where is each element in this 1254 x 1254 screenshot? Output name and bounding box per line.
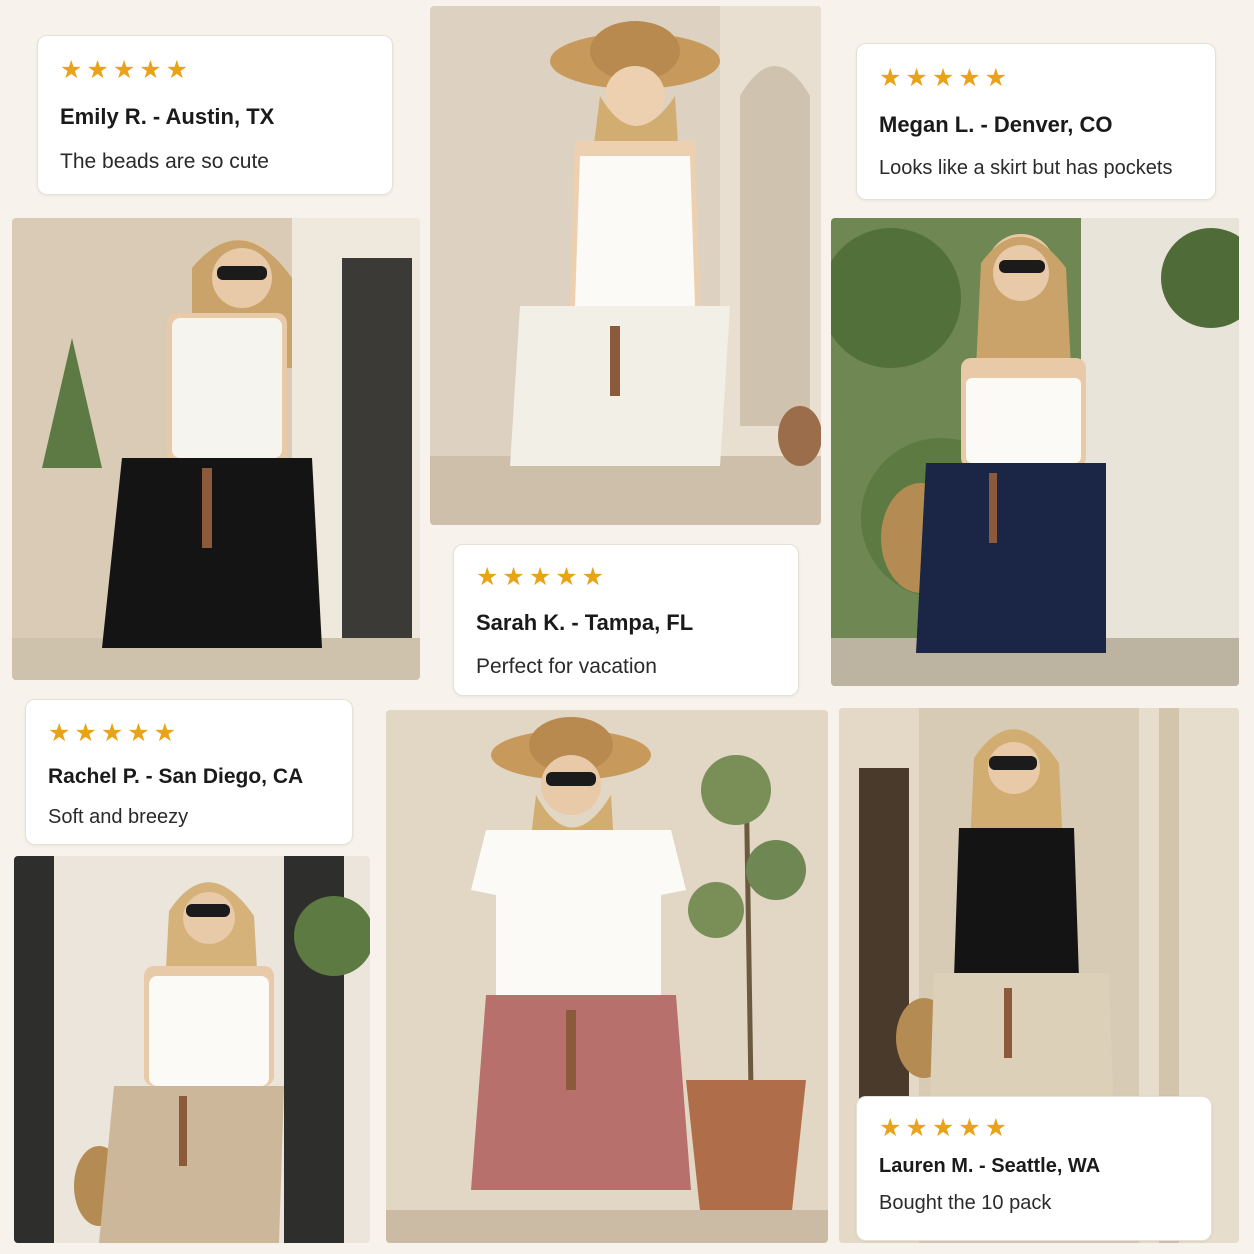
review-text: Bought the 10 pack [879, 1192, 1052, 1214]
model-photo-icon [386, 710, 828, 1243]
reviewer-name: Lauren M. - Seattle, WA [879, 1155, 1101, 1177]
reviewer-name: Sarah K. - Tampa, FL [476, 610, 694, 635]
review-card-emily: ★★★★★ Emily R. - Austin, TX The beads ar… [37, 35, 393, 195]
reviewer-name: Emily R. - Austin, TX [60, 104, 275, 129]
reviewer-name: Rachel P. - San Diego, CA [48, 765, 304, 788]
photo-black-shorts [12, 218, 420, 680]
photo-khaki-shorts [14, 856, 370, 1243]
review-card-megan: ★★★★★ Megan L. - Denver, CO Looks like a… [856, 43, 1216, 200]
reviewer-name: Megan L. - Denver, CO [879, 112, 1113, 137]
review-text: Soft and breezy [48, 806, 189, 828]
model-photo-icon [430, 6, 821, 525]
review-text: Looks like a skirt but has pockets [879, 157, 1173, 179]
photo-white-shorts [430, 6, 821, 525]
model-photo-icon [14, 856, 370, 1243]
review-card-sarah: ★★★★★ Sarah K. - Tampa, FL Perfect for v… [453, 544, 799, 696]
model-photo-icon [831, 218, 1239, 686]
rating-stars-icon: ★★★★★ [60, 56, 193, 84]
rating-stars-icon: ★★★★★ [879, 1114, 1012, 1142]
model-photo-icon [12, 218, 420, 680]
review-card-rachel: ★★★★★ Rachel P. - San Diego, CA Soft and… [25, 699, 353, 845]
rating-stars-icon: ★★★★★ [476, 563, 609, 591]
review-card-lauren: ★★★★★ Lauren M. - Seattle, WA Bought the… [856, 1096, 1212, 1241]
rating-stars-icon: ★★★★★ [48, 719, 181, 747]
review-text: The beads are so cute [60, 150, 269, 173]
review-text: Perfect for vacation [476, 655, 657, 678]
photo-rose-shorts [386, 710, 828, 1243]
rating-stars-icon: ★★★★★ [879, 64, 1012, 92]
photo-navy-shorts [831, 218, 1239, 686]
